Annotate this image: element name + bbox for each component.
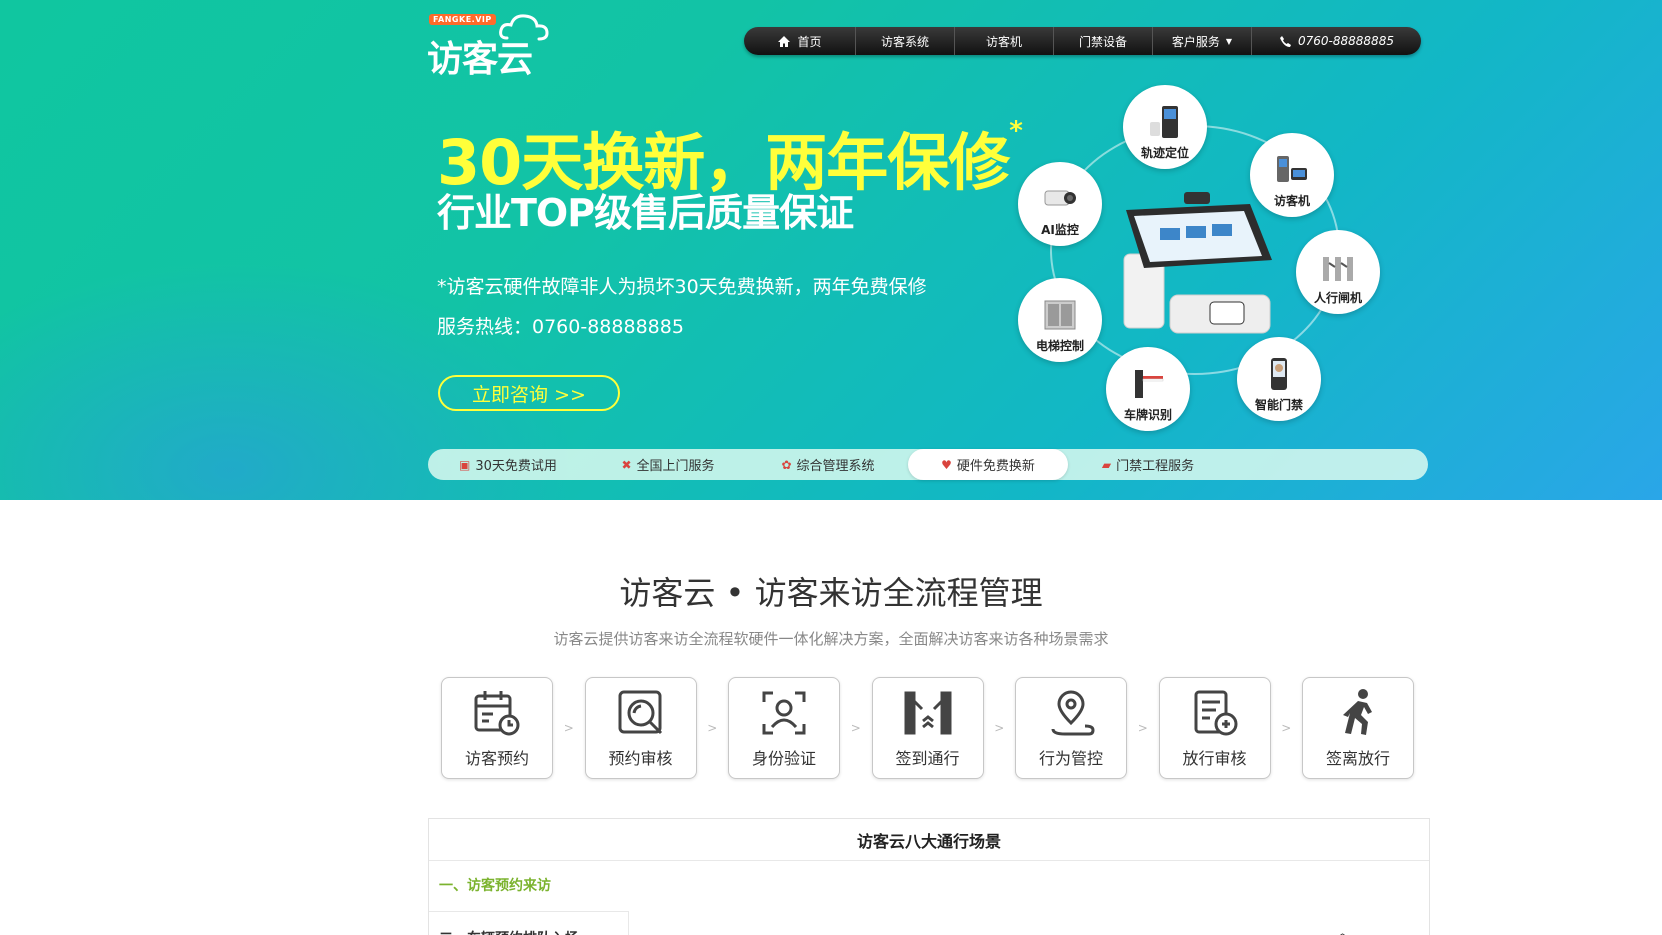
product-elevator[interactable]: 电梯控制	[1018, 278, 1102, 362]
nav-visitor-system[interactable]: 访客系统	[856, 27, 955, 55]
step-booking-review-label: 预约审核	[608, 749, 673, 768]
document-approve-icon	[1194, 690, 1237, 736]
scenario-category[interactable]: 一、访客预约来访	[429, 861, 1429, 909]
heart-icon: ♥	[941, 457, 952, 472]
step-separator: >	[994, 721, 1005, 735]
step-separator: >	[563, 721, 574, 735]
process-steps: 访客预约 > 预约审核 > 身份验证 > 签到通行 > 行为管控 > 放行审核 …	[441, 677, 1414, 779]
walking-person-icon	[1343, 689, 1372, 735]
gate-pass-icon	[904, 691, 951, 735]
nav-visitor-system-label: 访客系统	[880, 34, 929, 49]
step-release-review[interactable]: 放行审核	[1158, 677, 1271, 779]
camera-icon	[1044, 190, 1076, 206]
tools-icon: ✖	[621, 457, 632, 472]
step-identity-check[interactable]: 身份验证	[728, 677, 840, 779]
logo-wordmark: 访客云	[427, 39, 533, 80]
hero-banner: FANGKE.VIP 访客云 首页 访客系统 访客机 门禁设备 客户服务 ▼ 0…	[0, 0, 1662, 500]
face-scan-icon	[762, 691, 806, 735]
nav-phone[interactable]: 0760-88888885	[1252, 27, 1421, 55]
kiosk-cabinet-icon	[1150, 106, 1178, 138]
nav-home-label: 首页	[797, 34, 822, 49]
scenario-sub-item[interactable]: 二、车辆预约排队入场	[429, 911, 629, 935]
barrier-gate-icon	[1135, 370, 1164, 398]
feature-strip: ▣ 30天免费试用 ✖ 全国上门服务 ✿ 综合管理系统 ♥ 硬件免费换新 ▰ 门…	[428, 449, 1428, 480]
feature-free-trial-label: 30天免费试用	[475, 459, 557, 474]
step-separator: >	[1137, 721, 1148, 735]
feature-access-engineering[interactable]: ▰ 门禁工程服务	[1068, 449, 1228, 480]
nav-customer-service-label: 客户服务	[1171, 34, 1220, 49]
step-behavior-control[interactable]: 行为管控	[1015, 677, 1127, 779]
step-separator: >	[1281, 721, 1292, 735]
product-elevator-label: 电梯控制	[1035, 339, 1084, 353]
step-visitor-booking[interactable]: 访客预约	[441, 677, 553, 779]
step-identity-check-label: 身份验证	[751, 749, 816, 768]
step-sign-out-label: 签离放行	[1325, 749, 1390, 768]
nav-customer-service[interactable]: 客户服务 ▼	[1153, 27, 1252, 55]
step-separator: >	[850, 721, 861, 735]
product-cluster: 轨迹定位 访客机 AI监控 人行闸机 电梯控制 智能门禁 车牌识别	[1010, 85, 1390, 431]
main-nav: 首页 访客系统 访客机 门禁设备 客户服务 ▼ 0760-88888885	[744, 27, 1421, 55]
hero-note: *访客云硬件故障非人为损坏30天免费换新，两年免费保修	[437, 276, 927, 298]
elevator-icon	[1044, 300, 1076, 330]
dropdown-caret-icon: ▼	[1225, 36, 1233, 46]
face-access-icon	[1271, 358, 1287, 390]
calendar-clock-icon	[474, 691, 520, 736]
step-check-in-label: 签到通行	[895, 749, 960, 768]
section-subtitle: 访客云提供访客来访全流程软硬件一体化解决方案，全面解决访客来访各种场景需求	[553, 630, 1109, 648]
visitor-terminal-icon	[1277, 156, 1307, 182]
nav-phone-number: 0760-88888885	[1298, 34, 1394, 48]
logo-badge: FANGKE.VIP	[429, 14, 496, 25]
feature-free-trial[interactable]: ▣ 30天免费试用	[428, 449, 588, 480]
briefcase-icon: ▰	[1101, 457, 1112, 472]
nav-access-devices[interactable]: 门禁设备	[1054, 27, 1153, 55]
product-ai-monitor-label: AI监控	[1041, 223, 1079, 237]
step-behavior-control-label: 行为管控	[1038, 749, 1103, 768]
turnstile-icon	[1323, 257, 1353, 281]
feature-management-system-label: 综合管理系统	[796, 459, 875, 474]
logo[interactable]: FANGKE.VIP 访客云	[427, 12, 552, 80]
step-release-review-label: 放行审核	[1182, 749, 1247, 768]
feature-management-system[interactable]: ✿ 综合管理系统	[748, 449, 908, 480]
step-visitor-booking-label: 访客预约	[464, 749, 529, 768]
step-check-in[interactable]: 签到通行	[871, 677, 984, 779]
product-trajectory-label: 轨迹定位	[1140, 146, 1189, 160]
product-trajectory[interactable]: 轨迹定位	[1123, 85, 1207, 169]
nav-home[interactable]: 首页	[744, 27, 856, 55]
product-turnstile[interactable]: 人行闸机	[1296, 230, 1380, 314]
consult-button[interactable]: 立即咨询 >>	[438, 375, 620, 411]
visitor-kiosk-image	[1123, 192, 1272, 334]
cog-icon: ✿	[781, 457, 792, 472]
step-booking-review[interactable]: 预约审核	[584, 677, 697, 779]
hero-subheadline: 行业TOP级售后质量保证	[437, 191, 854, 235]
feature-onsite-service[interactable]: ✖ 全国上门服务	[588, 449, 748, 480]
nav-access-devices-label: 门禁设备	[1078, 34, 1127, 49]
product-turnstile-label: 人行闸机	[1313, 291, 1362, 305]
feature-onsite-service-label: 全国上门服务	[636, 459, 715, 474]
chevron-up-icon[interactable]: ︿	[1336, 922, 1349, 935]
gift-icon: ▣	[459, 457, 471, 472]
feature-hardware-replacement[interactable]: ♥ 硬件免费换新	[908, 449, 1068, 480]
nav-visitor-machine-label: 访客机	[985, 34, 1022, 49]
section-title: 访客云 • 访客来访全流程管理	[619, 574, 1043, 612]
product-visitor-machine-label: 访客机	[1273, 194, 1310, 208]
hero-hotline: 服务热线：0760-88888885	[437, 316, 684, 338]
magnifier-review-icon	[618, 690, 662, 735]
scenarios-panel: 访客云八大通行场景 一、访客预约来访 二、车辆预约排队入场 ︿	[428, 818, 1430, 935]
scenarios-title: 访客云八大通行场景	[429, 819, 1429, 861]
step-separator: >	[707, 721, 718, 735]
feature-access-engineering-label: 门禁工程服务	[1116, 459, 1195, 474]
location-pin-icon	[1051, 690, 1095, 736]
product-plate-recognition-label: 车牌识别	[1123, 408, 1172, 422]
feature-hardware-replacement-label: 硬件免费换新	[956, 459, 1035, 474]
step-sign-out[interactable]: 签离放行	[1302, 677, 1414, 779]
home-icon	[778, 35, 791, 47]
product-visitor-machine[interactable]: 访客机	[1250, 133, 1334, 217]
product-ai-monitor[interactable]: AI监控	[1018, 162, 1102, 246]
product-plate-recognition[interactable]: 车牌识别	[1106, 347, 1190, 431]
product-smart-access-label: 智能门禁	[1254, 398, 1303, 412]
product-smart-access[interactable]: 智能门禁	[1237, 337, 1321, 421]
phone-icon	[1280, 35, 1292, 47]
nav-visitor-machine[interactable]: 访客机	[955, 27, 1054, 55]
